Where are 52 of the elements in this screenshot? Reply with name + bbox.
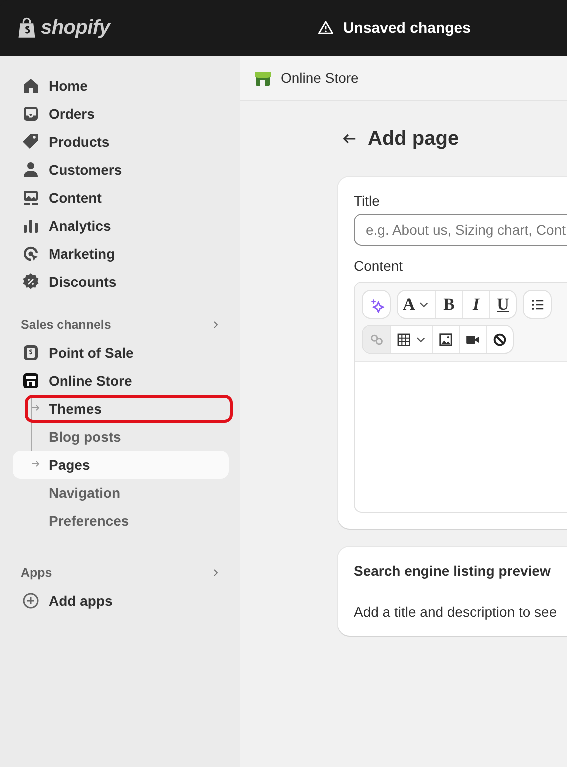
image-icon (438, 332, 454, 348)
italic-toolbar-button[interactable]: I (462, 291, 490, 318)
field-label: Title (354, 193, 381, 209)
nav-item[interactable]: Online Store (13, 367, 229, 395)
plus-circle-icon (21, 591, 41, 611)
nav-item[interactable]: Analytics (13, 212, 229, 240)
subnav-item[interactable]: Blog posts (13, 423, 229, 451)
subnav-item[interactable]: Themes (25, 395, 233, 423)
table-icon (396, 332, 412, 348)
badge-icon (21, 272, 41, 292)
storefront-icon (21, 371, 41, 391)
subnav-item[interactable]: Navigation (13, 479, 229, 507)
title-input[interactable]: e.g. About us, Sizing chart, Cont (354, 214, 567, 246)
warning-icon (318, 20, 334, 36)
home-icon (21, 76, 41, 96)
subnav-item[interactable]: Preferences (13, 507, 229, 535)
chevron-right-icon (211, 320, 221, 330)
header-title: Online Store (281, 70, 359, 86)
tag-icon (21, 132, 41, 152)
card-title: Search engine listing preview (354, 563, 552, 579)
nav-item[interactable]: Point of Sale (13, 339, 229, 367)
image-icon (21, 188, 41, 208)
prohibited-icon (492, 332, 508, 348)
brand-logo-text[interactable]: shopify (41, 16, 110, 40)
inbox-icon (21, 104, 41, 124)
sparkle-icon (368, 296, 384, 312)
shopping-bag-icon (21, 343, 41, 363)
subnav-item[interactable]: Pages (13, 451, 229, 479)
nav-item[interactable]: Marketing (13, 240, 229, 268)
section-heading: Sales channels (21, 318, 112, 332)
nav-item[interactable]: Discounts (13, 268, 229, 296)
chevron-right-icon (211, 568, 221, 578)
field-label: Content (354, 258, 404, 274)
bag-icon (16, 16, 38, 40)
nav-item[interactable]: Customers (13, 156, 229, 184)
font-toolbar-button[interactable]: A (398, 291, 436, 318)
page-title: Add page (368, 128, 460, 150)
nav-item[interactable]: Home (13, 72, 229, 100)
underline-toolbar-button[interactable]: U (489, 291, 516, 318)
person-icon (21, 160, 41, 180)
nav-item[interactable]: Products (13, 128, 229, 156)
nav-item[interactable]: Orders (13, 100, 229, 128)
arrow-right-icon (31, 403, 41, 413)
nav-item[interactable]: Add apps (13, 587, 229, 615)
arrow-right-icon (31, 459, 41, 469)
card-description: Add a title and description to see (354, 604, 558, 620)
unsaved-changes-text: Unsaved changes (343, 20, 471, 36)
bold-toolbar-button[interactable]: B (435, 291, 462, 318)
rich-text-editor[interactable]: A B I U (354, 282, 567, 513)
target-icon (21, 244, 41, 264)
section-heading: Apps (21, 566, 52, 580)
nav-item[interactable]: Content (13, 184, 229, 212)
